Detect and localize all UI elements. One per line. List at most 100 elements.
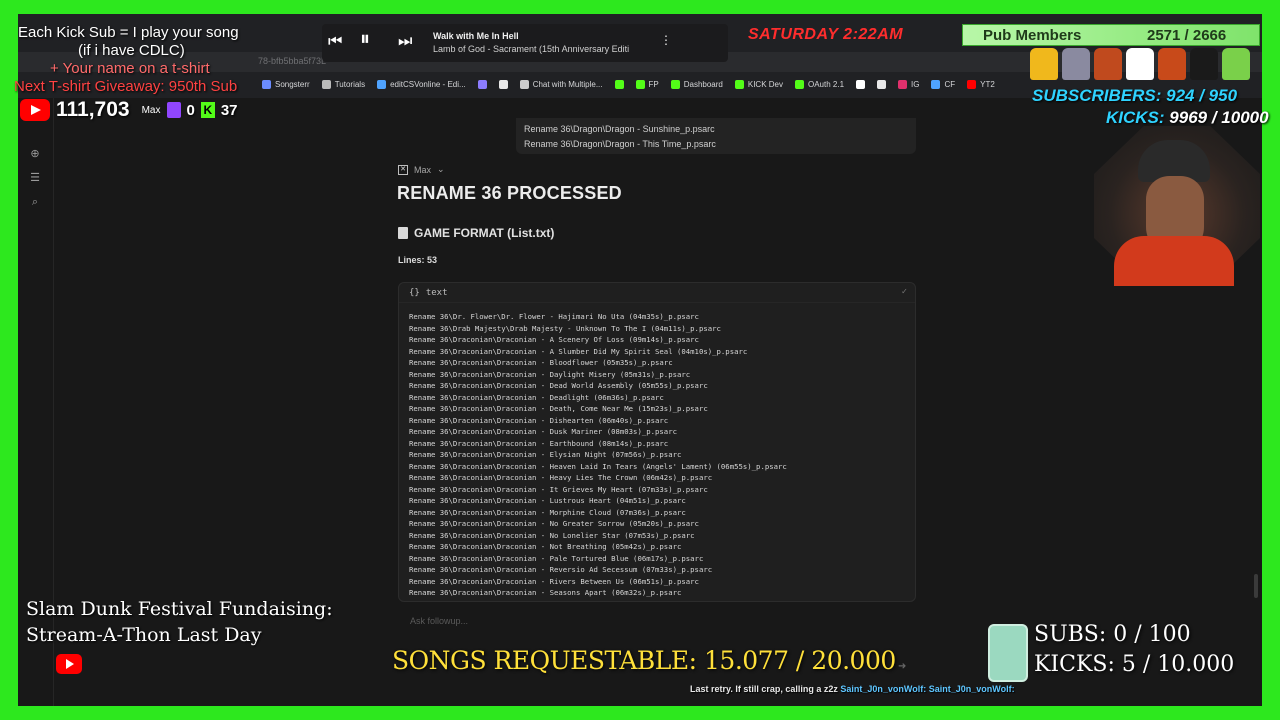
pause-icon[interactable]: ⏸ — [360, 29, 370, 49]
bookmark-label: FP — [648, 79, 659, 89]
bookmark-item[interactable]: Songsterr — [262, 79, 310, 89]
bookmark-label: IG — [911, 79, 920, 89]
bookmark-icon — [734, 79, 744, 89]
tshirt-icon — [1190, 48, 1218, 80]
kick-sub-line: Next T-shirt Giveaway: 950th Sub — [14, 78, 238, 95]
clipboard-icon — [398, 227, 408, 239]
bookmark-label: Chat with Multiple... — [532, 79, 603, 89]
bookmark-item[interactable] — [498, 79, 508, 89]
bookmark-item[interactable]: Chat with Multiple... — [519, 79, 603, 89]
pub-members-count: 2571 / 2666 — [1147, 27, 1227, 44]
bookmark-icon — [898, 79, 908, 89]
ticker-user: Saint_J0n_vonWolf: — [840, 684, 927, 694]
subscribers-goal-value: 924 / 950 — [1166, 86, 1238, 105]
twitch-count: 0 — [186, 101, 195, 119]
kick-sub-line: + Your name on a t-shirt — [50, 60, 210, 77]
code-line: Rename 36\Draconian\Draconian - Rivers B… — [409, 576, 699, 586]
code-header: {} text ✓ — [399, 283, 915, 303]
bookmark-item[interactable] — [614, 79, 624, 89]
bookmark-icon — [856, 79, 866, 89]
followup-input[interactable]: Ask followup... — [398, 612, 916, 632]
bookmark-icon — [635, 79, 645, 89]
bookmark-item[interactable]: editCSVonline - Edi... — [377, 79, 466, 89]
subheading-text: GAME FORMAT (List.txt) — [414, 226, 555, 240]
stream-frame: 78-bfb5bba5f73L Songsterr Tutorials editCS… — [0, 0, 1280, 720]
code-line: Rename 36\Draconian\Draconian - No Lonel… — [409, 530, 695, 540]
code-line: Rename 36\Draconian\Draconian - Heavy Li… — [409, 473, 713, 482]
media-player: ⏮ ⏸ ⏭ Walk with Me In Hell Lamb of God -… — [322, 24, 728, 62]
model-row: ✕ Max ⌄ — [398, 164, 445, 175]
kicks-goal-value: 9969 / 10000 — [1169, 108, 1269, 127]
bookmark-item[interactable]: KICK Dev — [734, 79, 783, 89]
code-braces-icon: {} — [409, 287, 420, 298]
bookmark-item[interactable]: OAuth 2.1 — [795, 79, 844, 89]
subscribers-goal: SUBSCRIBERS: 924 / 950 — [1032, 86, 1237, 106]
tshirt-icon — [1126, 48, 1154, 80]
bookmark-item[interactable]: IG — [898, 79, 920, 89]
add-icon[interactable]: ⊕ — [29, 148, 41, 160]
search-icon[interactable]: ⌕ — [29, 196, 41, 208]
model-name[interactable]: Max — [414, 165, 431, 175]
scrollbar[interactable] — [1254, 574, 1258, 598]
bookmark-label: YT2 — [980, 79, 995, 89]
fundraising-title: Slam Dunk Festival Fundaising: — [26, 598, 333, 620]
next-track-icon[interactable]: ⏭ — [398, 32, 412, 52]
subs-goal: SUBS: 0 / 100 — [1034, 622, 1191, 647]
bookmark-icon — [795, 79, 804, 89]
code-line: Rename 36\Draconian\Draconian - Earthbou… — [409, 438, 669, 448]
more-options-icon[interactable]: ⋮ — [660, 33, 672, 47]
check-icon[interactable]: ✓ — [902, 287, 907, 297]
code-line: Rename 36\Draconian\Draconian - A Scener… — [409, 335, 699, 344]
send-icon[interactable]: ➜ — [898, 661, 906, 672]
bookmark-item[interactable] — [877, 79, 887, 89]
bookmark-icon — [614, 79, 624, 89]
bookmark-label: Dashboard — [683, 79, 723, 89]
tshirt-icon — [1222, 48, 1250, 80]
code-line: Rename 36\Draconian\Draconian - Dead Wor… — [409, 381, 708, 390]
track-artist: Lamb of God - Sacrament (15th Anniversar… — [433, 44, 630, 54]
code-line: Rename 36\Draconian\Draconian - Lustrous… — [409, 496, 686, 505]
previous-track-icon[interactable]: ⏮ — [328, 32, 342, 52]
youtube-icon — [56, 654, 82, 674]
chevron-down-icon[interactable]: ⌄ — [437, 164, 445, 175]
bookmark-icon — [377, 79, 387, 89]
webcam-shirt — [1114, 236, 1234, 286]
bookmark-item[interactable]: YT2 — [967, 79, 995, 89]
youtube-icon — [20, 99, 50, 121]
dropdown-item[interactable]: Rename 36\Dragon\Dragon - Sunshine_p.psa… — [524, 122, 908, 137]
kicks-goal-label: KICKS: — [1106, 108, 1165, 127]
code-line: Rename 36\Draconian\Draconian - Dusk Mar… — [409, 427, 677, 436]
tshirt-icon — [1094, 48, 1122, 80]
dropdown-item[interactable]: Rename 36\Dragon\Dragon - This Time_p.ps… — [524, 137, 908, 152]
stream-clock: SATURDAY 2:22AM — [748, 26, 904, 43]
bookmark-icon — [670, 79, 680, 89]
tshirt-icon — [1030, 48, 1058, 80]
code-line: Rename 36\Draconian\Draconian - A Slumbe… — [409, 346, 748, 356]
max-badge: Max — [141, 104, 161, 116]
bookmark-icon — [967, 79, 977, 89]
bookmark-icon — [321, 79, 331, 89]
bookmark-item[interactable] — [477, 79, 487, 89]
lines-count: Lines: 53 — [398, 255, 438, 265]
code-line: Rename 36\Draconian\Draconian - Daylight… — [409, 369, 691, 379]
bookmark-label: KICK Dev — [747, 79, 783, 89]
bookmark-item[interactable]: FP — [635, 79, 659, 89]
bookmark-item[interactable]: CF — [931, 79, 956, 89]
bookmark-label: CF — [944, 79, 956, 89]
stream-stats: 111,703 Max 0 K 37 — [20, 98, 238, 122]
twitch-icon — [166, 102, 181, 118]
code-line: Rename 36\Draconian\Draconian - Seasons … — [409, 588, 682, 597]
bookmark-item[interactable] — [856, 79, 866, 89]
bookmark-item[interactable]: Tutorials — [321, 79, 366, 89]
code-line: Rename 36\Draconian\Draconian - Deadligh… — [409, 392, 664, 402]
code-line: Rename 36\Dr. Flower\Dr. Flower - Hajima… — [409, 312, 699, 321]
list-icon[interactable]: ☰ — [29, 172, 41, 184]
tshirt-icons — [1030, 48, 1260, 86]
bookmark-label: Tutorials — [334, 79, 366, 89]
bookmark-item[interactable]: Dashboard — [670, 79, 723, 89]
code-line: Rename 36\Draconian\Draconian - Not Brea… — [409, 542, 682, 551]
model-logo-icon: ✕ — [398, 164, 408, 175]
bookmark-icon — [498, 79, 508, 89]
kick-sub-line: (if i have CDLC) — [78, 42, 185, 59]
address-text: 78-bfb5bba5f73L — [258, 56, 327, 66]
